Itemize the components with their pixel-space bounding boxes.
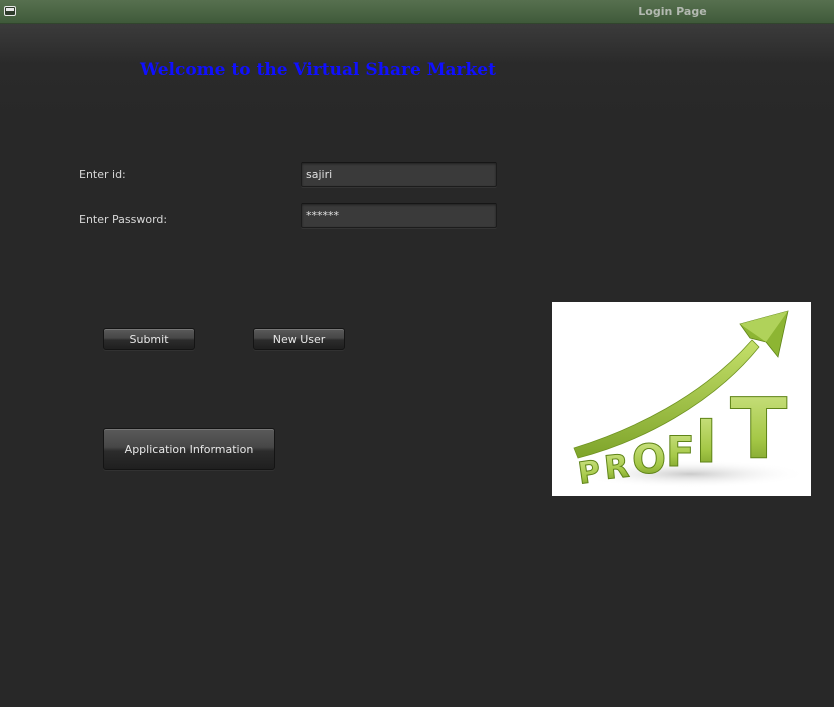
profit-growth-arrow-image: P R O F I T	[552, 302, 811, 496]
login-window: Login Page Welcome to the Virtual Share …	[0, 0, 834, 707]
login-panel: Welcome to the Virtual Share Market Ente…	[0, 24, 834, 707]
id-field[interactable]	[301, 162, 497, 187]
profit-letter-o: O	[632, 437, 666, 483]
profit-letter-t: T	[730, 380, 787, 478]
new-user-button[interactable]: New User	[253, 328, 345, 350]
password-label: Enter Password:	[79, 213, 168, 226]
title-bar[interactable]: Login Page	[0, 0, 834, 24]
profit-letter-f: F	[666, 427, 695, 476]
window-title: Login Page	[638, 5, 707, 18]
profit-letter-p: P	[576, 454, 603, 492]
welcome-heading: Welcome to the Virtual Share Market	[140, 60, 496, 80]
application-information-button[interactable]: Application Information	[103, 428, 275, 470]
password-field[interactable]	[301, 203, 497, 228]
profit-illustration: P R O F I T	[572, 310, 808, 492]
profit-letter-i: I	[695, 407, 717, 477]
profit-letter-r: R	[602, 447, 630, 487]
window-icon[interactable]	[4, 6, 16, 16]
submit-button[interactable]: Submit	[103, 328, 195, 350]
id-label: Enter id:	[79, 168, 126, 181]
